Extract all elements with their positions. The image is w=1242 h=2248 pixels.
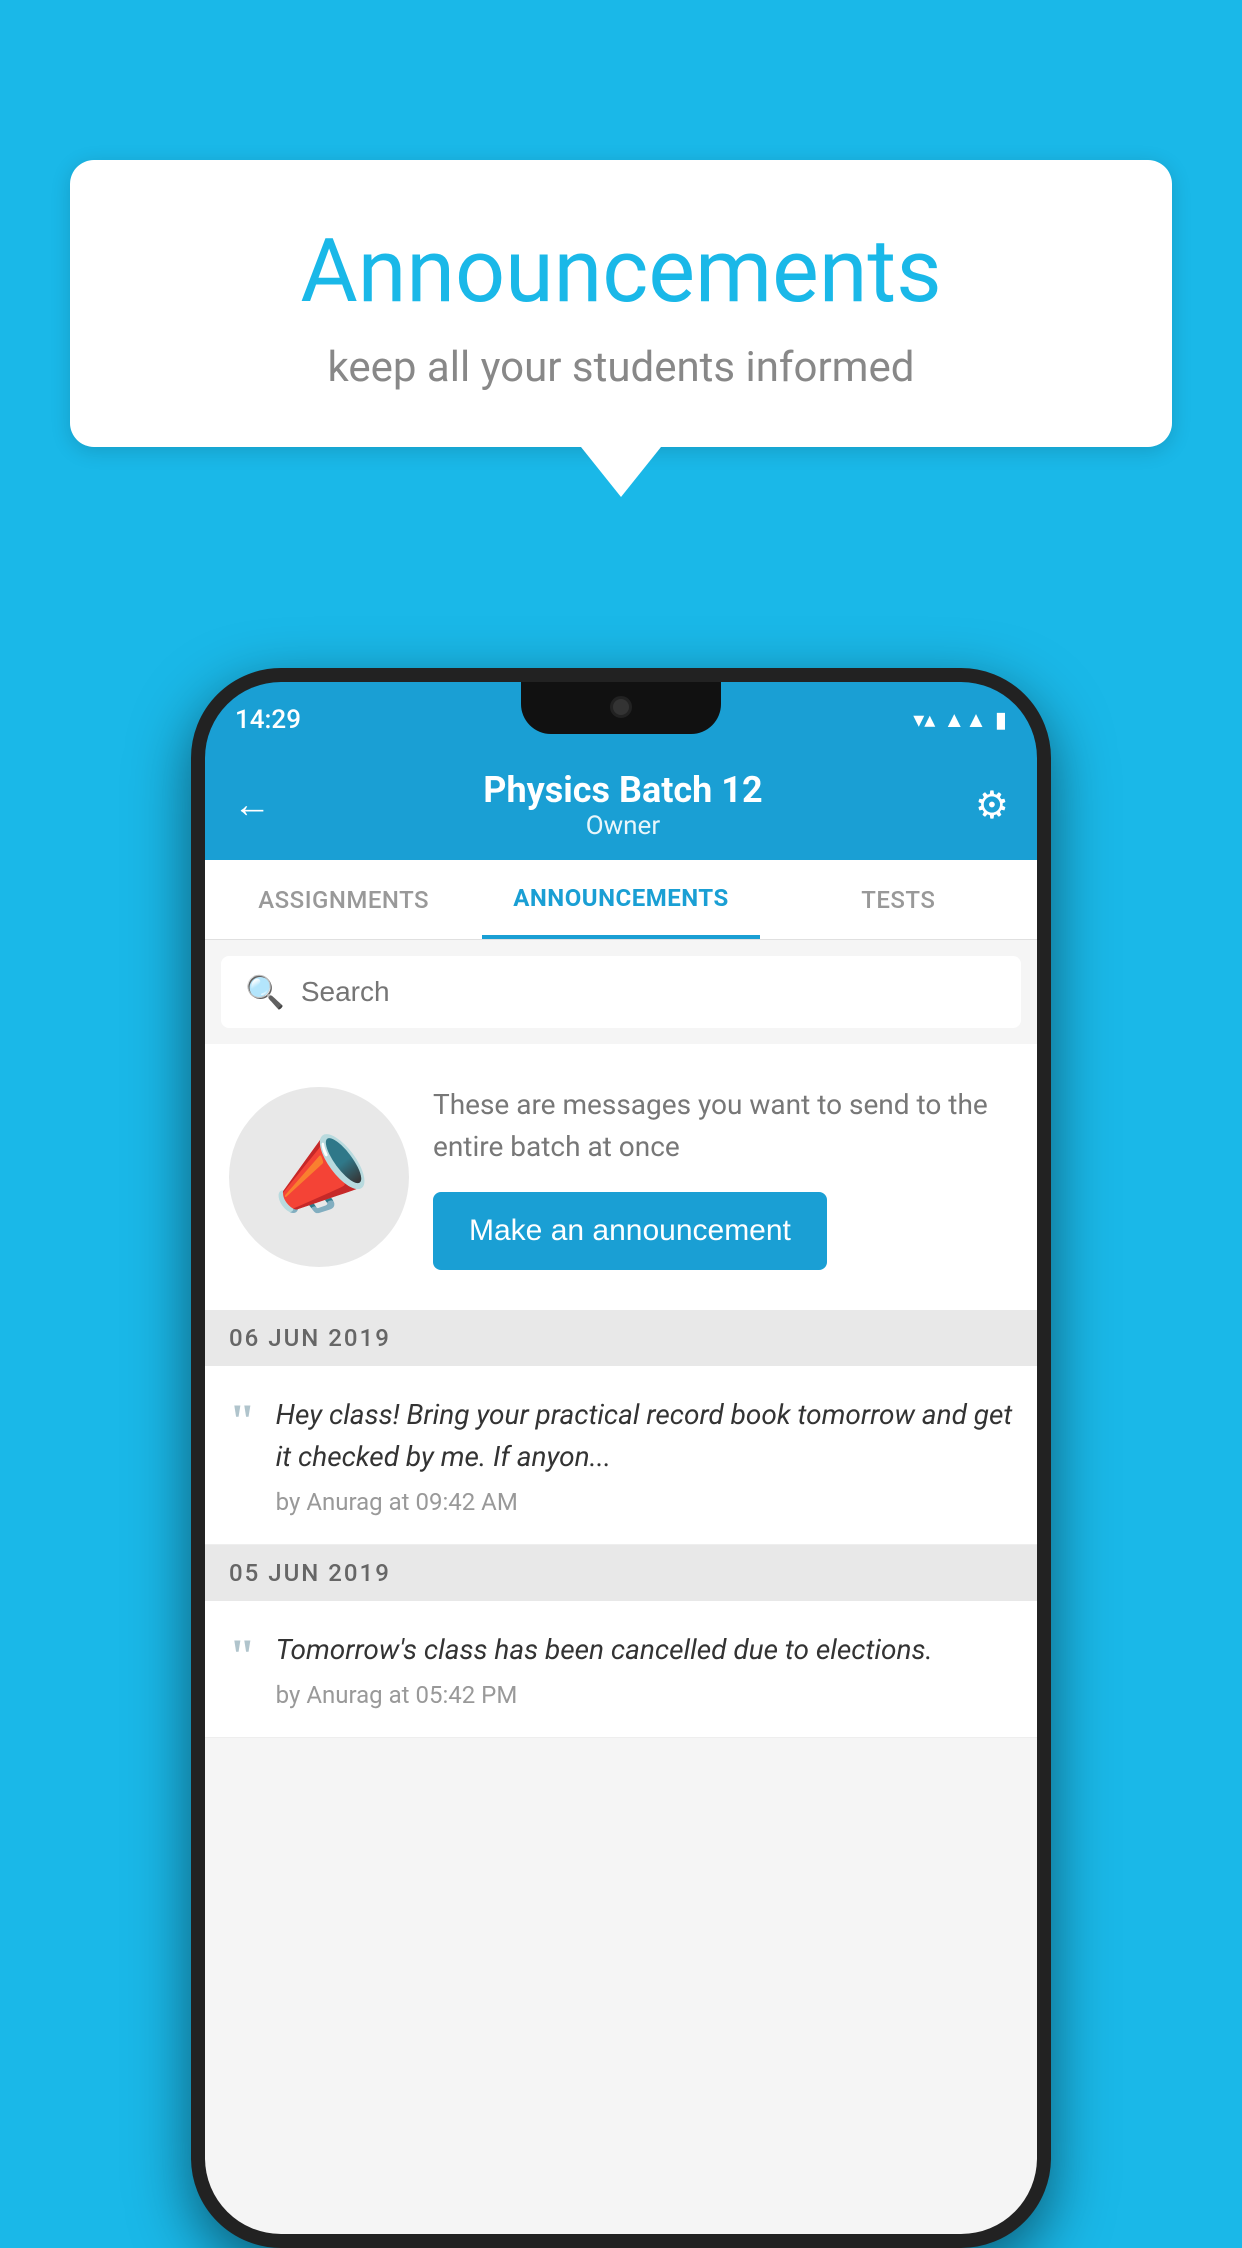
date-divider-2: 05 JUN 2019 <box>205 1545 1037 1601</box>
back-button[interactable]: ← <box>233 783 271 827</box>
announcement-item-1[interactable]: " Hey class! Bring your practical record… <box>205 1366 1037 1545</box>
search-bar[interactable]: 🔍 <box>221 956 1021 1028</box>
power-button <box>1043 1002 1051 1102</box>
wifi-icon: ▾▴ <box>913 708 935 733</box>
announcement-meta-1: by Anurag at 09:42 AM <box>276 1488 1013 1516</box>
phone-frame: 14:29 ▾▴ ▲▲ ▮ ← Physics Batch 12 Owner ⚙… <box>191 668 1051 2248</box>
announcement-content-1: Hey class! Bring your practical record b… <box>276 1394 1013 1516</box>
make-announcement-button[interactable]: Make an announcement <box>433 1192 827 1270</box>
front-camera <box>610 696 632 718</box>
announcements-subtitle: keep all your students informed <box>130 343 1112 392</box>
announcement-item-2[interactable]: " Tomorrow's class has been cancelled du… <box>205 1601 1037 1738</box>
header-subtitle: Owner <box>483 811 762 841</box>
content-area: 🔍 📣 These are messages you want to send … <box>205 940 1037 2234</box>
speech-bubble-container: Announcements keep all your students inf… <box>70 160 1172 497</box>
announcements-title: Announcements <box>130 220 1112 323</box>
announcement-text-1: Hey class! Bring your practical record b… <box>276 1394 1013 1478</box>
date-divider-1: 06 JUN 2019 <box>205 1310 1037 1366</box>
quote-icon-2: " <box>229 1633 256 1681</box>
status-icons: ▾▴ ▲▲ ▮ <box>913 707 1007 733</box>
search-input[interactable] <box>301 976 997 1008</box>
speech-bubble-tail <box>581 447 661 497</box>
header-title: Physics Batch 12 <box>483 769 762 811</box>
announcement-text-2: Tomorrow's class has been cancelled due … <box>276 1629 1013 1671</box>
phone-notch <box>521 682 721 734</box>
status-time: 14:29 <box>235 705 301 735</box>
settings-icon[interactable]: ⚙ <box>975 783 1009 828</box>
battery-icon: ▮ <box>995 708 1007 733</box>
header-title-group: Physics Batch 12 Owner <box>483 769 762 841</box>
tab-announcements[interactable]: ANNOUNCEMENTS <box>482 860 759 939</box>
tabs-bar: ASSIGNMENTS ANNOUNCEMENTS TESTS <box>205 860 1037 940</box>
cta-description: These are messages you want to send to t… <box>433 1084 1013 1168</box>
announcement-meta-2: by Anurag at 05:42 PM <box>276 1681 1013 1709</box>
volume-button <box>191 942 199 1012</box>
announcement-content-2: Tomorrow's class has been cancelled due … <box>276 1629 1013 1709</box>
cta-right: These are messages you want to send to t… <box>433 1084 1013 1270</box>
quote-icon: " <box>229 1398 256 1446</box>
app-header: ← Physics Batch 12 Owner ⚙ <box>205 750 1037 860</box>
cta-section: 📣 These are messages you want to send to… <box>205 1044 1037 1310</box>
megaphone-icon: 📣 <box>259 1119 380 1236</box>
search-icon: 🔍 <box>245 973 285 1011</box>
tab-assignments[interactable]: ASSIGNMENTS <box>205 860 482 939</box>
megaphone-icon-circle: 📣 <box>229 1087 409 1267</box>
speech-bubble: Announcements keep all your students inf… <box>70 160 1172 447</box>
signal-icon: ▲▲ <box>943 707 987 733</box>
tab-tests[interactable]: TESTS <box>760 860 1037 939</box>
